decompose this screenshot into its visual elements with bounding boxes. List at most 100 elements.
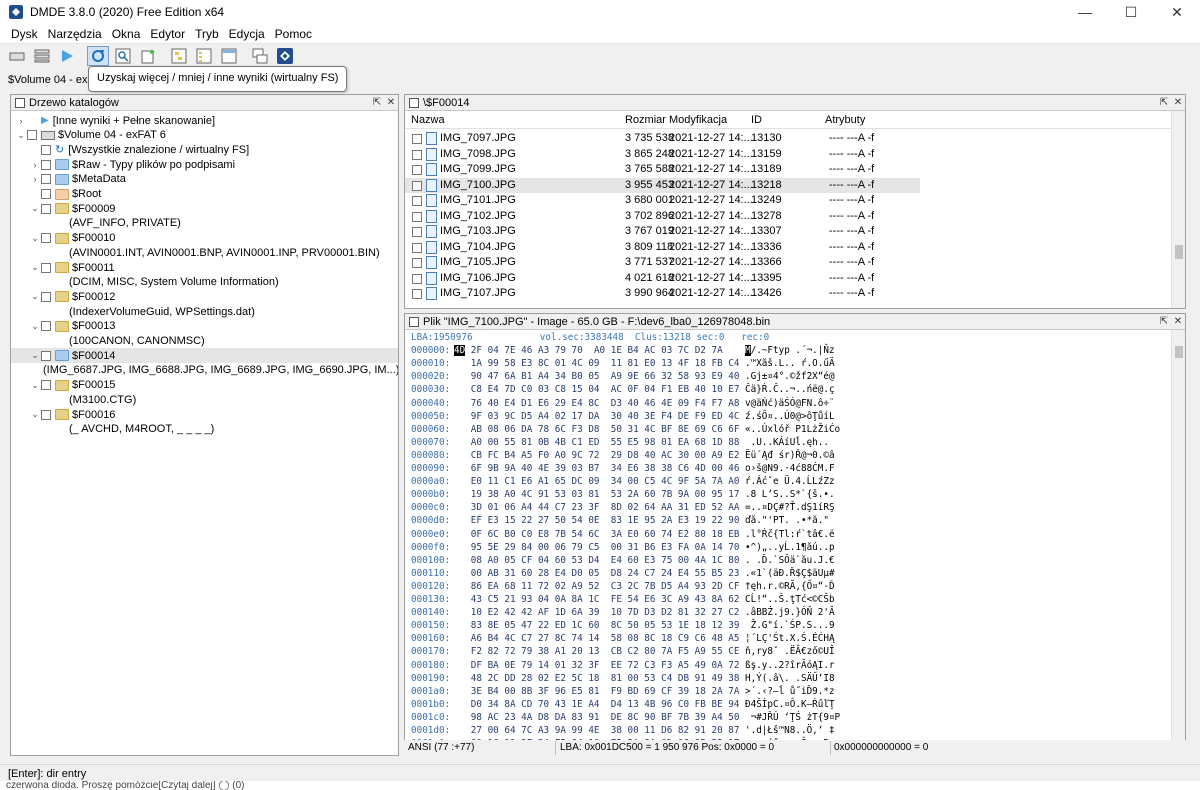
hex-bytes[interactable]: 6F 9B 9A 40 4E 39 03 B7 34 E6 38 38 C6 4… (454, 462, 740, 476)
dmde-logo-button[interactable] (274, 46, 296, 66)
file-row[interactable]: IMG_7107.JPG 3 990 964 2021-12-27 14:... 13… (405, 286, 1171, 302)
hex-bytes[interactable]: 76 40 E4 D1 E6 29 E4 8C D3 40 46 4E 09 F… (454, 397, 740, 411)
hex-bytes[interactable]: 08 A0 05 CF 04 60 53 D4 E4 60 E3 75 00 4… (454, 554, 740, 568)
hex-bytes[interactable]: 98 AC 23 4A D8 DA 83 91 DE 8C 90 BF 7B 3… (454, 711, 740, 725)
file-checkbox[interactable] (412, 149, 422, 160)
tree-node-checkbox[interactable] (41, 174, 51, 185)
tree-node[interactable]: $Root (11, 187, 398, 202)
hex-bytes[interactable]: A0 00 55 81 0B 4B C1 ED 55 E5 98 01 EA 6… (454, 436, 740, 450)
hex-bytes[interactable]: 90 47 6A B1 A4 34 B0 05 A9 9E 66 32 58 9… (454, 370, 740, 384)
virtual-fs-button[interactable] (87, 46, 109, 66)
file-row[interactable]: IMG_7099.JPG 3 765 588 2021-12-27 14:... 13… (405, 162, 1171, 178)
list-panel-checkbox[interactable] (409, 97, 419, 108)
tree-node-checkbox[interactable] (41, 321, 51, 332)
file-row[interactable]: IMG_7101.JPG 3 680 001 2021-12-27 14:... 13… (405, 193, 1171, 209)
file-checkbox[interactable] (412, 289, 422, 299)
menu-okna[interactable]: Okna (107, 27, 146, 41)
list-view-button[interactable] (193, 46, 215, 66)
column-attributes[interactable]: Atrybuty (825, 114, 865, 126)
tree-node-checkbox[interactable] (41, 350, 51, 361)
file-row[interactable]: IMG_7102.JPG 3 702 896 2021-12-27 14:... 13… (405, 209, 1171, 225)
panel-view-button[interactable] (218, 46, 240, 66)
close-panel-icon[interactable]: ✕ (1171, 316, 1185, 327)
menu-tryb[interactable]: Tryb (190, 27, 224, 41)
column-id[interactable]: ID (751, 114, 762, 126)
column-modified[interactable]: Modyfikacja (669, 114, 727, 126)
hex-ascii[interactable]: .Gj±¤4°.©žf2X“é@ (745, 370, 835, 384)
tree-node[interactable]: (IndexerVolumeGuid, WPSettings.dat) (11, 304, 398, 319)
hex-ascii[interactable]: ďă."'PT. .•*ă." (745, 514, 829, 528)
hex-bytes[interactable]: E0 11 C1 E6 A1 65 DC 09 34 00 C5 4C 9F 5… (454, 475, 740, 489)
tree-node[interactable]: ⌄ $F00016 (11, 407, 398, 422)
expand-arrow-icon[interactable]: › (29, 174, 41, 184)
collapse-arrow-icon[interactable]: ⌄ (29, 262, 41, 273)
list-scrollbar[interactable] (1171, 111, 1185, 308)
collapse-arrow-icon[interactable]: ⌄ (29, 233, 41, 244)
hex-ascii[interactable]: .8 L‘S..S*`{š.•. (745, 488, 835, 502)
hex-ascii[interactable]: .™Xăš.L.. ŕ.O.űÄ (745, 357, 835, 371)
file-checkbox[interactable] (412, 227, 422, 237)
new-search-button[interactable] (137, 46, 159, 66)
file-row[interactable]: IMG_7098.JPG 3 865 248 2021-12-27 14:... 13… (405, 147, 1171, 163)
expand-arrow-icon[interactable]: › (29, 160, 41, 170)
tree-node-checkbox[interactable] (41, 233, 51, 244)
hex-bytes[interactable]: 19 38 A0 4C 91 53 03 81 53 2A 60 7B 9A 0… (454, 488, 740, 502)
hex-bytes[interactable]: 10 E2 42 42 AF 1D 6A 39 10 7D D3 D2 81 3… (454, 606, 740, 620)
hex-ascii[interactable]: ßş.y..2?îrĂóĄI.r (745, 659, 835, 673)
tree-node[interactable]: › ▶ [Inne wyniki + Pełne skanowanie] (11, 113, 398, 128)
hex-ascii[interactable]: ź.śŐ¤..Ú0@>ôŢůíL (745, 410, 835, 424)
tree-node[interactable]: (AVF_INFO, PRIVATE) (11, 216, 398, 231)
hex-scrollbar[interactable] (1171, 330, 1185, 740)
maximize-panel-icon[interactable]: ⇱ (370, 97, 384, 108)
file-checkbox[interactable] (412, 242, 422, 253)
maximize-button[interactable]: ☐ (1108, 0, 1154, 24)
collapse-arrow-icon[interactable]: ⌄ (29, 380, 41, 391)
hex-ascii[interactable]: ¬#JŘÚ ‘ŢŚ żT{9¤P (745, 711, 841, 725)
volume-tab[interactable]: $Volume 04 - exFAT 6 (8, 70, 88, 90)
hex-scrollbar-thumb[interactable] (1175, 346, 1183, 358)
hex-ascii[interactable]: o›š@N9.·4ć88ĆM.F (745, 462, 835, 476)
hex-ascii[interactable]: Ž.G"í.`ŚP.S...9 (745, 619, 835, 633)
menu-edytor[interactable]: Edytor (145, 27, 190, 41)
hex-ascii[interactable]: M/.~Ftyp .´¬.|Ňz (745, 344, 835, 358)
hex-ascii[interactable]: ň‚ry8ˇ .ËÂ€ző©UÎ (745, 645, 835, 659)
hex-panel-checkbox[interactable] (409, 316, 419, 327)
hex-ascii[interactable]: >´.‹?–ĺ ů˝iĎ9.*z (745, 685, 835, 699)
tree-panel-checkbox[interactable] (15, 97, 25, 108)
hex-ascii[interactable]: •^)„..yĹ.1¶ăú..p (745, 541, 835, 555)
file-row[interactable]: IMG_7104.JPG 3 809 118 2021-12-27 14:... 13… (405, 240, 1171, 256)
hex-cursor[interactable]: 4D (454, 345, 466, 357)
hex-ascii[interactable]: '.d|Łš™N8..Ö‚‘ ‡ (745, 724, 835, 738)
tree-node[interactable]: (DCIM, MISC, System Volume Information) (11, 275, 398, 290)
tree-node[interactable]: ⌄ $Volume 04 - exFAT 6 (11, 128, 398, 143)
hex-bytes[interactable]: 3D 01 06 A4 44 C7 23 3F 8D 02 64 AA 31 E… (454, 501, 740, 515)
file-checkbox[interactable] (412, 196, 422, 206)
hex-ascii[interactable]: †ęh.r.©RĂ,{Ő¤“-Ď (745, 580, 835, 594)
hex-bytes[interactable]: 48 2C DD 28 02 E2 5C 18 81 00 53 C4 DB 9… (454, 672, 740, 686)
tree-node[interactable]: › $Raw - Typy plików po podpisami (11, 157, 398, 172)
hex-bytes[interactable]: AB 08 06 DA 78 6C F3 D8 50 31 4C BF 8E 6… (454, 423, 740, 437)
hex-ascii[interactable]: . .Ď.`SÔä`ău.J.€ (745, 554, 835, 568)
tree-node-checkbox[interactable] (41, 291, 51, 302)
hex-bytes[interactable]: 4D 2F 04 7E 46 A3 79 70 A0 1E B4 AC 03 7… (454, 344, 723, 358)
list-scrollbar-thumb[interactable] (1175, 245, 1183, 259)
tree-node[interactable]: › $MetaData (11, 172, 398, 187)
tree-node-checkbox[interactable] (41, 189, 51, 199)
file-checkbox[interactable] (412, 165, 422, 175)
menu-edycja[interactable]: Edycja (224, 27, 270, 41)
hex-ascii[interactable]: CĹ!“..Š.ţTć<©CŠb (745, 593, 835, 607)
collapse-arrow-icon[interactable]: ⌄ (29, 409, 41, 420)
tree-node-checkbox[interactable] (41, 262, 51, 273)
file-row[interactable]: IMG_7100.JPG 3 955 453 2021-12-27 14:... 13… (405, 177, 1171, 193)
tree-node[interactable]: (_ AVCHD, M4ROOT, _ _ _ _) (11, 422, 398, 437)
collapse-arrow-icon[interactable]: ⌄ (15, 130, 27, 141)
tree-node[interactable]: (100CANON, CANONMSC) (11, 334, 398, 349)
column-size[interactable]: Rozmiar (625, 114, 666, 126)
column-name[interactable]: Nazwa (411, 114, 445, 126)
hex-bytes[interactable]: CB FC B4 A5 F0 A0 9C 72 29 D8 40 AC 30 0… (454, 449, 740, 463)
play-button[interactable] (56, 46, 78, 66)
close-panel-icon[interactable]: ✕ (1171, 97, 1185, 108)
tree-node-checkbox[interactable] (41, 159, 51, 170)
hex-bytes[interactable]: 0F 6C B0 C0 E8 7B 54 6C 3A E0 60 74 E2 8… (454, 528, 740, 542)
hex-bytes[interactable]: EF E3 15 22 27 50 54 0E 83 1E 95 2A E3 1… (454, 514, 740, 528)
